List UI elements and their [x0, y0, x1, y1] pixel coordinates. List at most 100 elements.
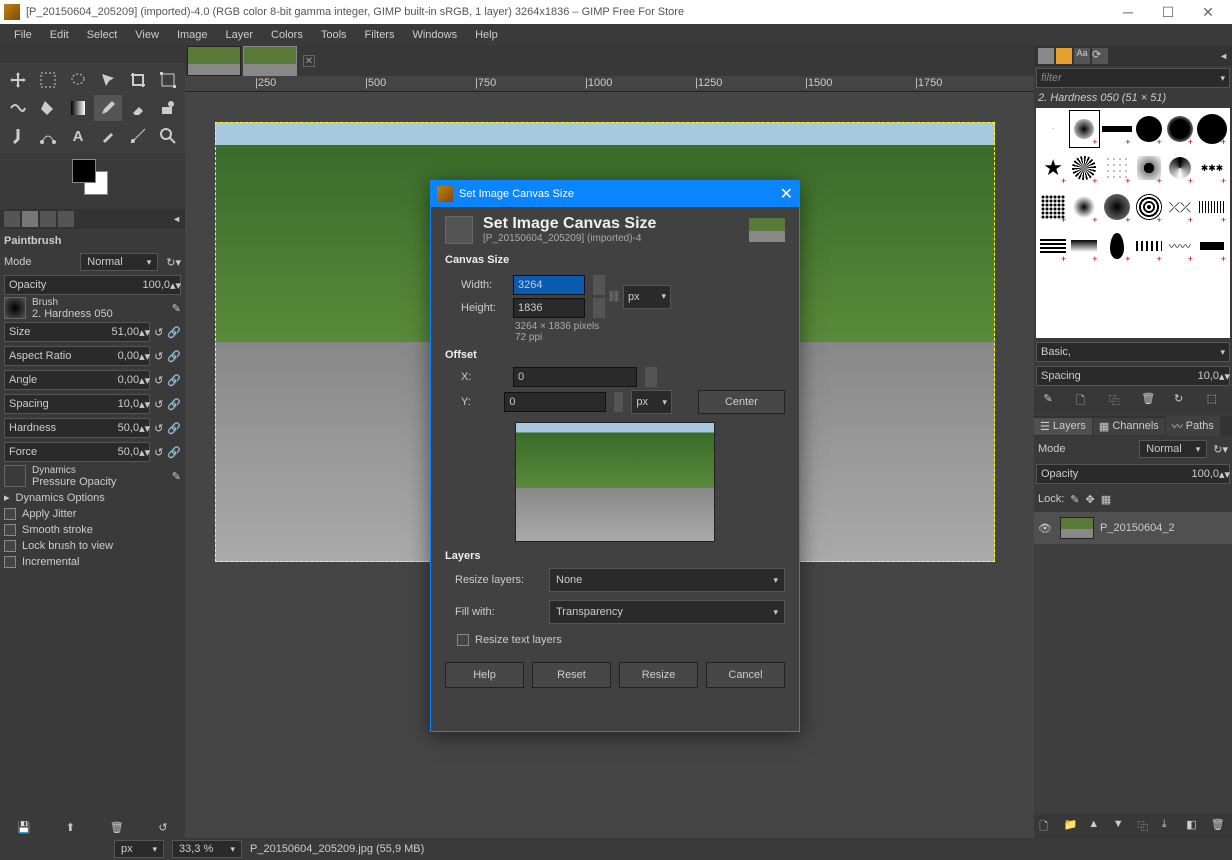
smudge-tool[interactable]	[4, 123, 32, 149]
menu-tools[interactable]: Tools	[313, 27, 355, 43]
layer-opacity-slider[interactable]: Opacity100,0▴▾	[1036, 464, 1230, 484]
brush-item[interactable]: +	[1069, 149, 1099, 187]
brush-item[interactable]: +	[1101, 227, 1133, 265]
height-spinner[interactable]	[593, 298, 605, 318]
dialog-titlebar[interactable]: Set Image Canvas Size ✕	[431, 181, 799, 207]
move-tool[interactable]	[4, 67, 32, 93]
brush-item[interactable]: ★+	[1038, 149, 1068, 187]
brush-item[interactable]: +	[1134, 227, 1164, 265]
image-tab-close[interactable]: ✕	[303, 55, 315, 67]
brush-item[interactable]: +	[1069, 110, 1099, 148]
brushes-dock-menu-icon[interactable]: ◄	[1219, 51, 1228, 61]
brush-preset-select[interactable]: Basic,▾	[1036, 342, 1230, 362]
tab-tool-options-icon[interactable]	[4, 211, 20, 227]
brush-item[interactable]: +	[1165, 110, 1195, 148]
opacity-slider[interactable]: Opacity 100,0▴▾	[4, 275, 181, 295]
param-reset-icon[interactable]: ↺	[154, 398, 163, 411]
refresh-brush-icon[interactable]: ↻	[1174, 392, 1190, 408]
brush-item[interactable]: +	[1101, 110, 1133, 148]
menu-select[interactable]: Select	[79, 27, 126, 43]
status-zoom-select[interactable]: 33,3 %▾	[172, 840, 242, 858]
status-unit-select[interactable]: px▾	[114, 840, 164, 858]
rect-select-tool[interactable]	[34, 67, 62, 93]
lock-pixels-icon[interactable]: ✎	[1070, 493, 1079, 506]
offset-unit-select[interactable]: px▾	[631, 390, 672, 414]
brush-item[interactable]: +	[1196, 227, 1228, 265]
brush-item[interactable]: +	[1165, 149, 1195, 187]
brush-item[interactable]: ⤫⤫+	[1165, 188, 1195, 226]
lower-layer-icon[interactable]: ▼	[1113, 818, 1129, 834]
layer-visibility-icon[interactable]: 👁	[1038, 522, 1054, 535]
fuzzy-select-tool[interactable]	[94, 67, 122, 93]
duplicate-layer-icon[interactable]: ⿻	[1137, 818, 1153, 834]
tab-history-icon[interactable]: ⟳	[1092, 48, 1108, 64]
check-incremental[interactable]: Incremental	[4, 554, 181, 570]
reset-preset-icon[interactable]: ↺	[158, 821, 167, 834]
save-preset-icon[interactable]: 💾	[17, 821, 31, 834]
mode-reset-icon[interactable]: ↻▾	[166, 256, 181, 269]
raise-layer-icon[interactable]: ▲	[1088, 818, 1104, 834]
x-input[interactable]: 0	[513, 367, 637, 387]
gradient-tool[interactable]	[64, 95, 92, 121]
layer-name[interactable]: P_20150604_2	[1100, 522, 1175, 534]
restore-preset-icon[interactable]: ⬆	[66, 821, 75, 834]
color-picker-tool[interactable]	[94, 123, 122, 149]
dock-menu-icon[interactable]: ◄	[172, 214, 181, 224]
width-input[interactable]: 3264	[513, 275, 585, 295]
center-button[interactable]: Center	[698, 390, 785, 414]
param-force-slider[interactable]: Force50,0▴▾	[4, 442, 150, 462]
text-tool[interactable]: A	[64, 123, 92, 149]
layer-mode-select[interactable]: Normal▾	[1139, 440, 1207, 458]
brush-preview-icon[interactable]	[4, 297, 26, 319]
menu-filters[interactable]: Filters	[357, 27, 403, 43]
tab-fonts-icon[interactable]: Aa	[1074, 48, 1090, 64]
menu-view[interactable]: View	[127, 27, 167, 43]
brush-item[interactable]: +	[1069, 227, 1099, 265]
transform-tool[interactable]	[154, 67, 182, 93]
param-hardness-slider[interactable]: Hardness50,0▴▾	[4, 418, 150, 438]
paintbrush-tool[interactable]	[94, 95, 122, 121]
delete-preset-icon[interactable]: 🗑	[110, 821, 124, 834]
x-spinner[interactable]	[645, 367, 657, 387]
menu-colors[interactable]: Colors	[263, 27, 311, 43]
tab-paths[interactable]: 〰Paths	[1166, 416, 1220, 436]
resize-text-checkbox[interactable]: Resize text layers	[457, 632, 785, 648]
brush-item[interactable]: +	[1069, 188, 1099, 226]
resize-layers-select[interactable]: None▾	[549, 568, 785, 592]
merge-down-icon[interactable]: ⤓	[1162, 818, 1178, 834]
param-angle-slider[interactable]: Angle0,00▴▾	[4, 370, 150, 390]
brush-item[interactable]: ·	[1038, 110, 1068, 148]
new-brush-icon[interactable]: 🗋	[1076, 392, 1092, 408]
eraser-tool[interactable]	[124, 95, 152, 121]
brush-item[interactable]: +	[1134, 188, 1164, 226]
lock-position-icon[interactable]: ✥	[1086, 493, 1095, 506]
delete-brush-icon[interactable]: 🗑	[1141, 392, 1157, 408]
brush-edit-icon[interactable]: ✎	[172, 302, 181, 315]
mode-select[interactable]: Normal▾	[80, 253, 158, 271]
brush-item[interactable]: +	[1134, 110, 1164, 148]
menu-image[interactable]: Image	[169, 27, 216, 43]
tab-undo-history-icon[interactable]	[40, 211, 56, 227]
brush-item[interactable]: +	[1038, 227, 1068, 265]
menu-edit[interactable]: Edit	[42, 27, 77, 43]
reset-button[interactable]: Reset	[532, 662, 611, 688]
dynamics-preview-icon[interactable]	[4, 465, 26, 487]
param-reset-icon[interactable]: ↺	[154, 446, 163, 459]
path-tool[interactable]	[34, 123, 62, 149]
image-tab-1[interactable]	[187, 46, 241, 76]
param-link-icon[interactable]: 🔗	[167, 326, 181, 339]
brush-spacing-slider[interactable]: Spacing10,0▴▾	[1036, 366, 1230, 386]
cancel-button[interactable]: Cancel	[706, 662, 785, 688]
param-aspect-ratio-slider[interactable]: Aspect Ratio0,00▴▾	[4, 346, 150, 366]
tab-brushes-icon[interactable]	[1038, 48, 1054, 64]
fill-with-select[interactable]: Transparency▾	[549, 600, 785, 624]
brush-item[interactable]: ✱✱✱+	[1196, 149, 1228, 187]
param-link-icon[interactable]: 🔗	[167, 398, 181, 411]
delete-layer-icon[interactable]: 🗑	[1211, 818, 1227, 834]
edit-brush-icon[interactable]: ✎	[1043, 392, 1059, 408]
dynamics-options-expander[interactable]: ▸Dynamics Options	[4, 489, 181, 506]
brush-item[interactable]: +	[1196, 188, 1228, 226]
param-link-icon[interactable]: 🔗	[167, 350, 181, 363]
brush-item[interactable]: 〰〰+	[1165, 227, 1195, 265]
param-link-icon[interactable]: 🔗	[167, 374, 181, 387]
